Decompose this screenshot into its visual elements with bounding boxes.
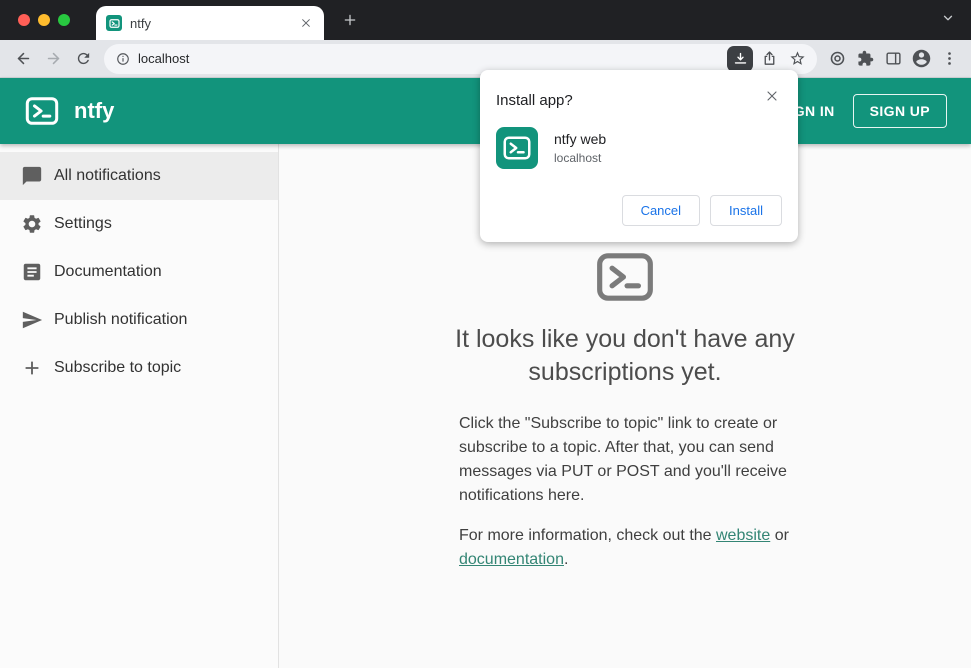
dialog-app-name: ntfy web <box>554 131 607 147</box>
more-prefix: For more information, check out the <box>459 527 716 544</box>
address-bar[interactable]: localhost <box>104 43 817 74</box>
address-text[interactable]: localhost <box>138 51 727 66</box>
profile-avatar-icon[interactable] <box>907 45 935 73</box>
sidebar-item-all-notifications[interactable]: All notifications <box>0 152 278 200</box>
sidebar: All notifications Settings Documentation… <box>0 144 279 668</box>
forward-icon[interactable] <box>38 44 68 74</box>
sidebar-item-label: All notifications <box>54 167 161 184</box>
new-tab-button[interactable] <box>338 8 362 32</box>
install-app-icon[interactable] <box>727 45 753 72</box>
sidebar-item-subscribe-to-topic[interactable]: Subscribe to topic <box>0 344 278 392</box>
tab-close-icon[interactable] <box>298 15 314 31</box>
gear-icon <box>20 212 44 236</box>
document-icon <box>20 260 44 284</box>
site-info-icon[interactable] <box>116 52 130 66</box>
header-actions: SIGN IN SIGN UP <box>776 94 947 128</box>
ntfy-favicon-icon <box>106 15 122 31</box>
browser-tab[interactable]: ntfy <box>96 6 324 40</box>
browser-window: ntfy localhost ntfy SIGN IN SIGN UP All … <box>0 0 971 668</box>
more-middle: or <box>770 527 789 544</box>
traffic-lights <box>18 14 70 26</box>
dialog-app-origin: localhost <box>554 151 602 165</box>
empty-state-body: Click the "Subscribe to topic" link to c… <box>459 415 787 504</box>
chat-bubble-icon <box>20 164 44 188</box>
tab-search-chevron-icon[interactable] <box>941 11 955 30</box>
ntfy-app-icon <box>496 127 538 169</box>
tab-title: ntfy <box>130 15 151 31</box>
window-close-button[interactable] <box>18 14 30 26</box>
ntfy-logo-icon <box>24 93 60 129</box>
share-icon[interactable] <box>755 45 783 73</box>
extensions-puzzle-icon[interactable] <box>851 45 879 73</box>
sidebar-item-documentation[interactable]: Documentation <box>0 248 278 296</box>
sidebar-item-publish-notification[interactable]: Publish notification <box>0 296 278 344</box>
sidebar-item-label: Settings <box>54 215 112 232</box>
back-icon[interactable] <box>8 44 38 74</box>
plus-icon <box>20 356 44 380</box>
install-app-dialog: Install app? ntfy web localhost Cancel I… <box>480 70 798 242</box>
empty-state-more: For more information, check out the webs… <box>459 524 791 572</box>
website-link[interactable]: website <box>716 527 770 544</box>
sidebar-item-label: Subscribe to topic <box>54 359 182 376</box>
more-suffix: . <box>563 551 569 568</box>
sidebar-item-label: Documentation <box>54 263 162 280</box>
window-minimize-button[interactable] <box>38 14 50 26</box>
send-icon <box>20 308 44 332</box>
menu-kebab-icon[interactable] <box>935 45 963 73</box>
bookmark-star-icon[interactable] <box>783 45 811 73</box>
dialog-title: Install app? <box>496 92 573 109</box>
brand-name: ntfy <box>74 98 115 123</box>
side-panel-icon[interactable] <box>879 45 907 73</box>
cancel-button[interactable]: Cancel <box>621 195 701 226</box>
reload-icon[interactable] <box>68 44 98 74</box>
empty-state-heading: It looks like you don't have any subscri… <box>455 325 795 386</box>
sign-up-button[interactable]: SIGN UP <box>852 94 947 128</box>
sidebar-item-label: Publish notification <box>54 311 188 328</box>
ntfy-logo-icon <box>594 246 656 313</box>
documentation-link[interactable]: documentation <box>459 551 564 568</box>
close-icon[interactable] <box>762 86 782 106</box>
tab-strip: ntfy <box>0 0 971 40</box>
sidebar-item-settings[interactable]: Settings <box>0 200 278 248</box>
window-zoom-button[interactable] <box>58 14 70 26</box>
extension-ring-icon[interactable] <box>823 45 851 73</box>
install-button[interactable]: Install <box>710 195 782 226</box>
